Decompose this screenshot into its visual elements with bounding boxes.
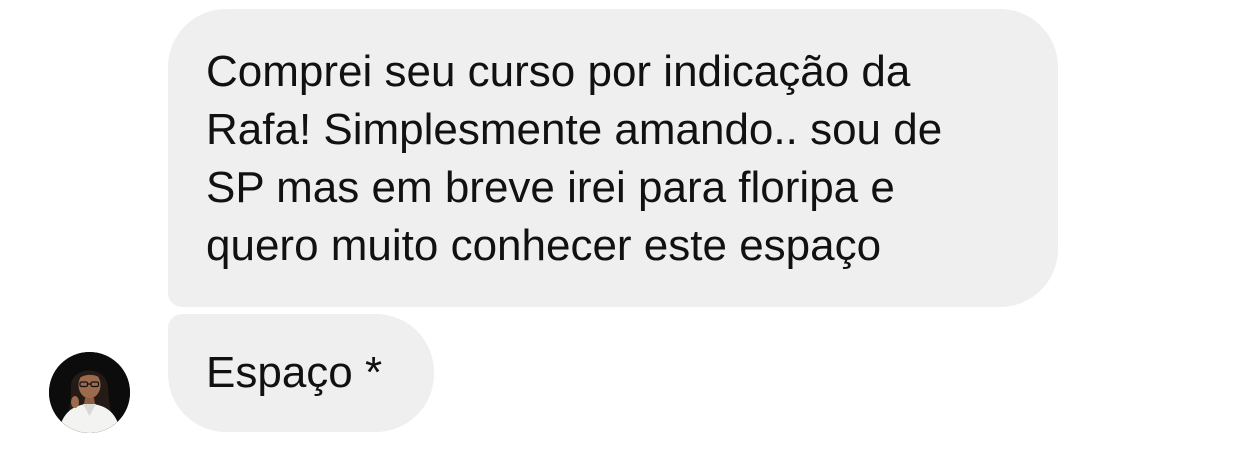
sender-avatar[interactable] [49,352,130,433]
message-thread: Comprei seu curso por indicação da Rafa!… [0,0,1242,471]
profile-photo-icon [49,352,130,433]
message-line-4: quero muito conhecer este espaço [206,221,882,270]
message-line-1: Comprei seu curso por indicação da [206,47,911,96]
message-text: Espaço * [206,348,383,397]
message-bubble-2[interactable]: Espaço * [168,314,434,432]
message-line-2: Rafa! Simplesmente amando.. sou de [206,105,943,154]
message-bubble-1[interactable]: Comprei seu curso por indicação da Rafa!… [168,9,1058,307]
message-line-3: SP mas em breve irei para floripa e [206,163,895,212]
